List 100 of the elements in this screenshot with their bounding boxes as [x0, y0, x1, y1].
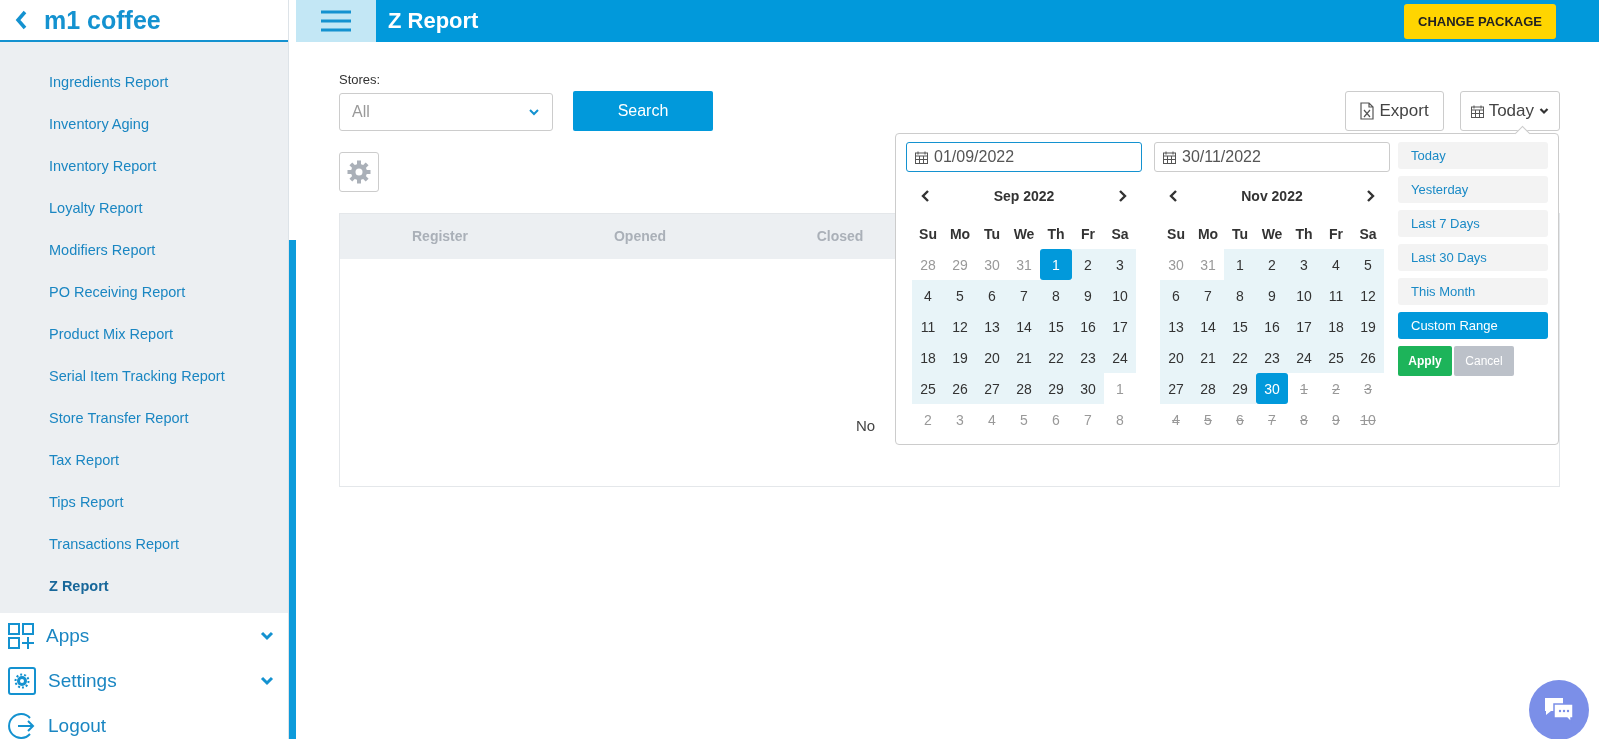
calendar-day[interactable]: 1	[1224, 249, 1256, 280]
range-option[interactable]: Last 30 Days	[1398, 244, 1548, 271]
sidebar-item[interactable]: Transactions Report	[0, 523, 288, 565]
calendar-day[interactable]: 26	[1352, 342, 1384, 373]
calendar-day[interactable]: 13	[1160, 311, 1192, 342]
calendar-day[interactable]: 13	[976, 311, 1008, 342]
calendar-day[interactable]: 18	[1320, 311, 1352, 342]
next-month-icon[interactable]	[1118, 189, 1128, 203]
calendar-day[interactable]: 5	[944, 280, 976, 311]
calendar-day[interactable]: 27	[1160, 373, 1192, 404]
calendar-day[interactable]: 21	[1008, 342, 1040, 373]
calendar-day[interactable]: 3	[1104, 249, 1136, 280]
sidebar-item[interactable]: Tips Report	[0, 481, 288, 523]
export-button[interactable]: Export	[1345, 91, 1444, 131]
calendar-day[interactable]: 16	[1256, 311, 1288, 342]
sidebar-item[interactable]: Ingredients Report	[0, 61, 288, 103]
calendar-day[interactable]: 15	[1040, 311, 1072, 342]
calendar-day[interactable]: 26	[944, 373, 976, 404]
scrollbar[interactable]	[288, 0, 296, 739]
sidebar-item[interactable]: PO Receiving Report	[0, 271, 288, 313]
back-icon[interactable]	[14, 9, 28, 31]
calendar-day[interactable]: 17	[1288, 311, 1320, 342]
calendar-day[interactable]: 12	[944, 311, 976, 342]
calendar-day[interactable]: 9	[1072, 280, 1104, 311]
range-option[interactable]: This Month	[1398, 278, 1548, 305]
calendar-day[interactable]: 8	[1224, 280, 1256, 311]
calendar-day[interactable]: 4	[912, 280, 944, 311]
calendar-day[interactable]: 3	[1288, 249, 1320, 280]
calendar-day[interactable]: 20	[976, 342, 1008, 373]
calendar-day[interactable]: 16	[1072, 311, 1104, 342]
page-title: Z Report	[388, 8, 480, 34]
calendar-day[interactable]: 29	[1224, 373, 1256, 404]
date-field[interactable]: 01/09/2022	[906, 142, 1142, 172]
date-field[interactable]: 30/11/2022	[1154, 142, 1390, 172]
sidebar-item[interactable]: Product Mix Report	[0, 313, 288, 355]
calendar-day[interactable]: 27	[976, 373, 1008, 404]
calendar-day[interactable]: 22	[1224, 342, 1256, 373]
nav-item[interactable]: Logout	[0, 703, 288, 739]
weekday-label: We	[1260, 224, 1284, 244]
sidebar-item[interactable]: Z Report	[0, 565, 288, 607]
calendar-day[interactable]: 29	[1040, 373, 1072, 404]
calendar-day[interactable]: 8	[1040, 280, 1072, 311]
calendar-day[interactable]: 24	[1288, 342, 1320, 373]
calendar-day[interactable]: 6	[1160, 280, 1192, 311]
calendar-day[interactable]: 2	[1256, 249, 1288, 280]
calendar-day[interactable]: 19	[1352, 311, 1384, 342]
calendar-day[interactable]: 28	[1008, 373, 1040, 404]
calendar-day[interactable]: 14	[1008, 311, 1040, 342]
calendar-day[interactable]: 11	[912, 311, 944, 342]
sidebar-item[interactable]: Inventory Aging	[0, 103, 288, 145]
previous-month-icon[interactable]	[920, 189, 930, 203]
calendar-icon	[1470, 104, 1484, 118]
calendar-day[interactable]: 15	[1224, 311, 1256, 342]
calendar-icon	[915, 150, 928, 164]
calendar-day[interactable]: 25	[912, 373, 944, 404]
calendar-day[interactable]: 25	[1320, 342, 1352, 373]
calendar-day[interactable]: 14	[1192, 311, 1224, 342]
calendar-day[interactable]: 19	[944, 342, 976, 373]
calendar-day[interactable]: 20	[1160, 342, 1192, 373]
range-option[interactable]: Last 7 Days	[1398, 210, 1548, 237]
calendar-day[interactable]: 23	[1256, 342, 1288, 373]
sidebar-item[interactable]: Loyalty Report	[0, 187, 288, 229]
calendar-day[interactable]: 30	[1072, 373, 1104, 404]
calendar-day[interactable]: 7	[1192, 280, 1224, 311]
range-option[interactable]: Yesterday	[1398, 176, 1548, 203]
sidebar-item[interactable]: Store Transfer Report	[0, 397, 288, 439]
chevron-down-icon	[1539, 107, 1549, 115]
change-package-button[interactable]: CHANGE PACKAGE	[1404, 3, 1556, 39]
settings-button[interactable]	[339, 152, 379, 192]
calendar-day[interactable]: 11	[1320, 280, 1352, 311]
calendar-day[interactable]: 21	[1192, 342, 1224, 373]
calendar-day[interactable]: 17	[1104, 311, 1136, 342]
apps-icon	[8, 622, 34, 649]
chat-button[interactable]	[1529, 680, 1589, 739]
next-month-icon[interactable]	[1366, 189, 1376, 203]
sidebar-item[interactable]: Inventory Report	[0, 145, 288, 187]
range-option[interactable]: Today	[1398, 142, 1548, 169]
weekday-label: Su	[1166, 224, 1186, 244]
date-range-button[interactable]: Today	[1459, 91, 1560, 131]
previous-month-icon[interactable]	[1168, 189, 1178, 203]
calendar-day[interactable]: 10	[1288, 280, 1320, 311]
calendar-day[interactable]: 18	[912, 342, 944, 373]
calendar-day[interactable]: 22	[1040, 342, 1072, 373]
calendar-day[interactable]: 12	[1352, 280, 1384, 311]
calendar-day[interactable]: 9	[1256, 280, 1288, 311]
calendar-day[interactable]: 10	[1104, 280, 1136, 311]
calendar-day[interactable]: 6	[976, 280, 1008, 311]
calendar-day[interactable]: 28	[1192, 373, 1224, 404]
menu-button[interactable]	[296, 0, 376, 42]
nav-item[interactable]: Apps	[0, 613, 288, 658]
calendar-day[interactable]: 23	[1072, 342, 1104, 373]
calendar-day[interactable]: 7	[1008, 280, 1040, 311]
sidebar-item[interactable]: Tax Report	[0, 439, 288, 481]
calendar-day[interactable]: 24	[1104, 342, 1136, 373]
calendar-day[interactable]: 4	[1320, 249, 1352, 280]
sidebar-item[interactable]: Modifiers Report	[0, 229, 288, 271]
calendar-day[interactable]: 2	[1072, 249, 1104, 280]
nav-item[interactable]: Settings	[0, 658, 288, 703]
calendar-day[interactable]: 5	[1352, 249, 1384, 280]
sidebar-item[interactable]: Serial Item Tracking Report	[0, 355, 288, 397]
